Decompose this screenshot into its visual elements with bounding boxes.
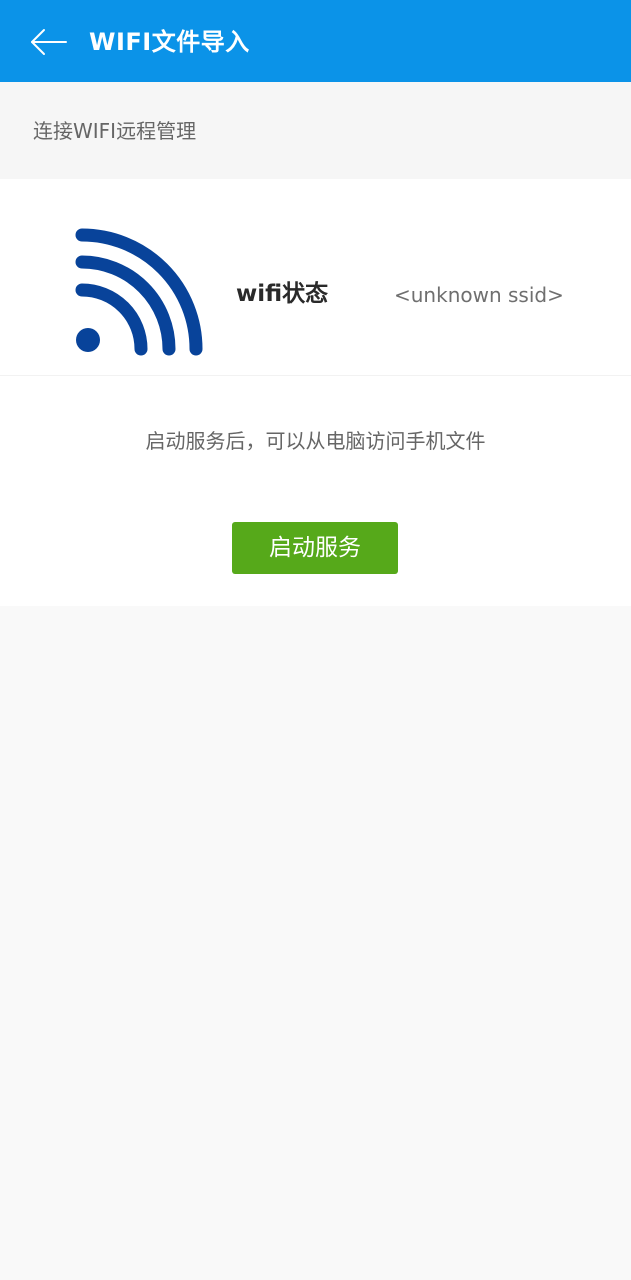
section-title: 连接WIFI远程管理	[33, 119, 197, 143]
wifi-status-card: wifi状态 <unknown ssid>	[0, 179, 631, 375]
wifi-signal-icon	[70, 227, 210, 361]
back-button[interactable]	[26, 22, 70, 62]
page-title: WIFI文件导入	[89, 28, 250, 56]
service-description: 启动服务后，可以从电脑访问手机文件	[145, 429, 486, 453]
section-header: 连接WIFI远程管理	[0, 82, 631, 179]
start-service-button[interactable]: 启动服务	[232, 522, 398, 574]
arrow-left-icon	[31, 29, 67, 55]
service-card: 启动服务后，可以从电脑访问手机文件 启动服务	[0, 376, 631, 606]
wifi-status-label: wifi状态	[236, 281, 329, 307]
app-bar: WIFI文件导入	[0, 0, 631, 82]
wifi-ssid-value: <unknown ssid>	[394, 283, 564, 307]
